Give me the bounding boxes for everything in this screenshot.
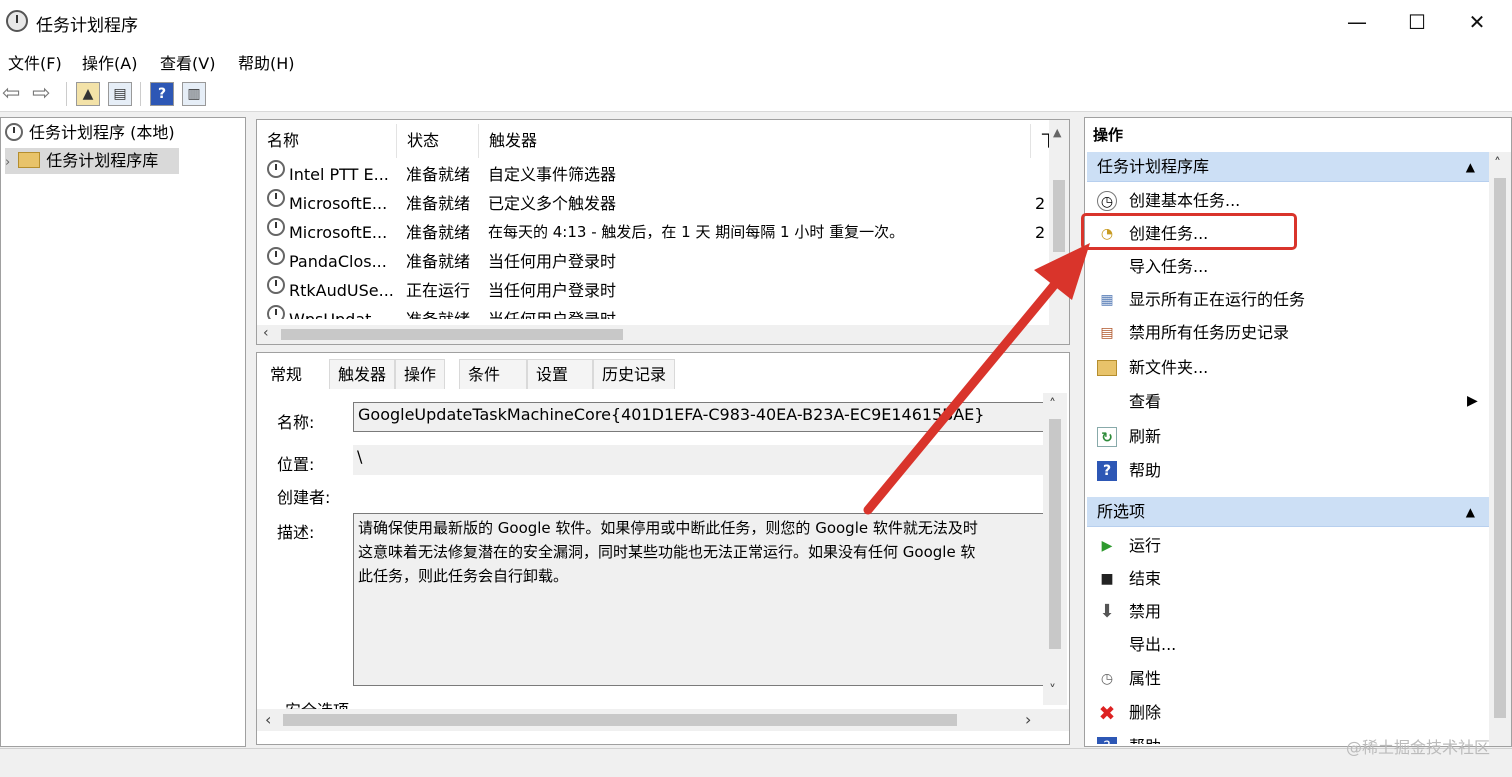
annotation-arrow [863,243,1090,515]
status-bar [0,748,1512,777]
watermark: @稀土掘金技术社区 [1345,738,1490,757]
